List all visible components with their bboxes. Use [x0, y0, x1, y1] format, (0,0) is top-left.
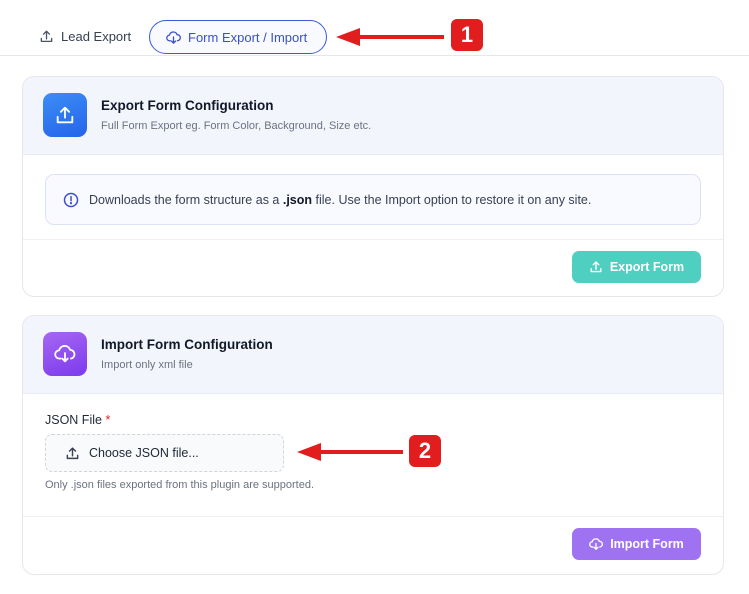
- annotation-badge-1: 1: [451, 19, 483, 51]
- json-file-label-text: JSON File: [45, 413, 102, 427]
- json-file-label: JSON File *: [45, 413, 110, 427]
- choose-json-file-label: Choose JSON file...: [89, 446, 199, 460]
- export-notice-text-start: Downloads the form structure as a: [89, 192, 280, 207]
- tab-lead-export[interactable]: Lead Export: [39, 29, 131, 44]
- export-notice-text: Downloads the form structure as a .json …: [89, 193, 591, 207]
- cloud-download-icon: [589, 538, 604, 550]
- cloud-download-icon: [54, 345, 76, 363]
- tab-lead-export-label: Lead Export: [61, 29, 132, 44]
- cloud-download-icon: [166, 30, 181, 44]
- upload-icon: [590, 261, 602, 273]
- import-card-header: Import Form Configuration Import only xm…: [23, 316, 723, 394]
- annotation-badge-2: 2: [409, 435, 441, 467]
- export-card: Export Form Configuration Full Form Expo…: [22, 76, 724, 297]
- export-notice-text-end: file. Use the Import option to restore i…: [315, 192, 592, 207]
- json-file-hint: Only .json files exported from this plug…: [45, 479, 315, 491]
- upload-icon: [56, 106, 74, 124]
- choose-json-file-button[interactable]: Choose JSON file...: [45, 434, 284, 472]
- import-form-button-label: Import Form: [610, 537, 684, 551]
- export-card-icon: [43, 93, 87, 137]
- annotation-arrow-2: [297, 443, 403, 461]
- export-notice-extension: .json: [282, 192, 313, 207]
- info-icon: [63, 192, 79, 207]
- export-notice: Downloads the form structure as a .json …: [45, 174, 701, 225]
- export-card-title: Export Form Configuration: [101, 98, 274, 113]
- import-card-subtitle: Import only xml file: [101, 359, 193, 371]
- export-form-button-label: Export Form: [609, 260, 685, 274]
- export-card-footer: Export Form: [23, 239, 723, 296]
- tab-form-export-import-label: Form Export / Import: [188, 29, 308, 45]
- tab-form-export-import[interactable]: Form Export / Import: [149, 20, 327, 54]
- export-card-header: Export Form Configuration Full Form Expo…: [23, 77, 723, 155]
- import-card-footer: Import Form: [23, 516, 723, 574]
- upload-icon: [66, 446, 79, 459]
- import-card-title: Import Form Configuration: [101, 337, 273, 352]
- annotation-arrow-1: [336, 28, 444, 46]
- upload-icon: [40, 30, 53, 43]
- export-card-subtitle: Full Form Export eg. Form Color, Backgro…: [101, 120, 372, 132]
- import-card-icon: [43, 332, 87, 376]
- export-form-button[interactable]: Export Form: [572, 251, 701, 283]
- import-form-button[interactable]: Import Form: [572, 528, 701, 560]
- required-mark: *: [105, 413, 111, 427]
